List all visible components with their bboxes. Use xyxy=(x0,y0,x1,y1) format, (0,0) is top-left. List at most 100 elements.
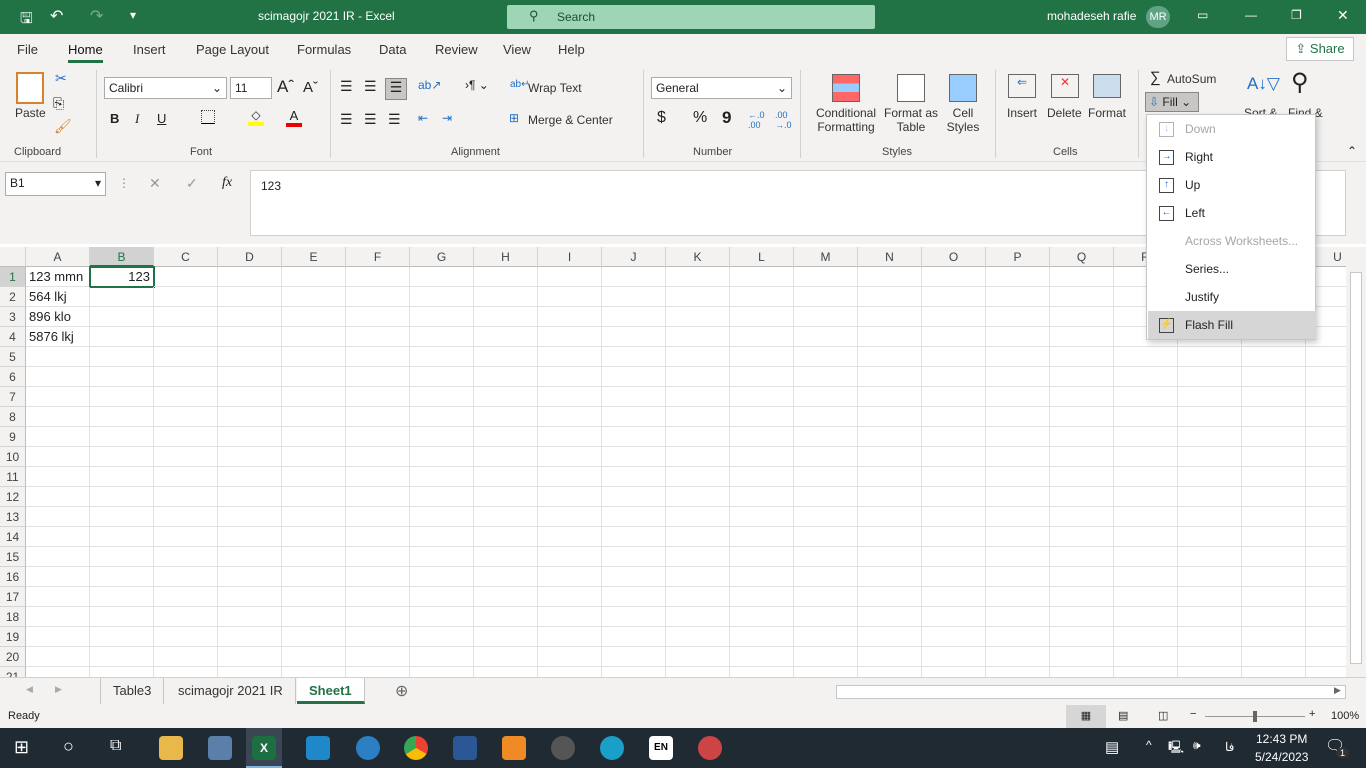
cell-R14[interactable] xyxy=(1114,527,1178,547)
cell-P6[interactable] xyxy=(986,367,1050,387)
cell-G10[interactable] xyxy=(410,447,474,467)
cell-E3[interactable] xyxy=(282,307,346,327)
cell-U6[interactable] xyxy=(1306,367,1346,387)
cell-F18[interactable] xyxy=(346,607,410,627)
cell-N8[interactable] xyxy=(858,407,922,427)
cell-T13[interactable] xyxy=(1242,507,1306,527)
cell-G1[interactable] xyxy=(410,267,474,287)
cell-E6[interactable] xyxy=(282,367,346,387)
cell-H20[interactable] xyxy=(474,647,538,667)
cell-B13[interactable] xyxy=(90,507,154,527)
cell-D9[interactable] xyxy=(218,427,282,447)
row-header-19[interactable]: 19 xyxy=(0,627,26,647)
row-header-8[interactable]: 8 xyxy=(0,407,26,427)
cell-Q19[interactable] xyxy=(1050,627,1114,647)
excel-taskbar-button[interactable]: X xyxy=(246,728,282,768)
row-header-14[interactable]: 14 xyxy=(0,527,26,547)
cell-S17[interactable] xyxy=(1178,587,1242,607)
cell-Q21[interactable] xyxy=(1050,667,1114,677)
cell-G11[interactable] xyxy=(410,467,474,487)
cell-P20[interactable] xyxy=(986,647,1050,667)
cell-C7[interactable] xyxy=(154,387,218,407)
cell-S11[interactable] xyxy=(1178,467,1242,487)
cell-C3[interactable] xyxy=(154,307,218,327)
tab-help[interactable]: Help xyxy=(558,42,585,57)
cell-E12[interactable] xyxy=(282,487,346,507)
cell-H15[interactable] xyxy=(474,547,538,567)
cell-I8[interactable] xyxy=(538,407,602,427)
cell-K7[interactable] xyxy=(666,387,730,407)
copy-icon[interactable]: ⎘ xyxy=(53,95,64,112)
cell-J14[interactable] xyxy=(602,527,666,547)
cell-M16[interactable] xyxy=(794,567,858,587)
cell-L15[interactable] xyxy=(730,547,794,567)
column-header-P[interactable]: P xyxy=(986,247,1050,267)
cell-H1[interactable] xyxy=(474,267,538,287)
cell-O3[interactable] xyxy=(922,307,986,327)
row-header-11[interactable]: 11 xyxy=(0,467,26,487)
cell-H9[interactable] xyxy=(474,427,538,447)
cell-A13[interactable] xyxy=(26,507,90,527)
cell-R8[interactable] xyxy=(1114,407,1178,427)
cell-K8[interactable] xyxy=(666,407,730,427)
cell-B17[interactable] xyxy=(90,587,154,607)
cell-C21[interactable] xyxy=(154,667,218,677)
cell-C4[interactable] xyxy=(154,327,218,347)
cell-L9[interactable] xyxy=(730,427,794,447)
cut-icon[interactable]: ✂ xyxy=(55,70,67,87)
cell-S19[interactable] xyxy=(1178,627,1242,647)
cell-N18[interactable] xyxy=(858,607,922,627)
cell-B10[interactable] xyxy=(90,447,154,467)
cell-T8[interactable] xyxy=(1242,407,1306,427)
cell-H3[interactable] xyxy=(474,307,538,327)
cell-I9[interactable] xyxy=(538,427,602,447)
cell-R12[interactable] xyxy=(1114,487,1178,507)
tab-formulas[interactable]: Formulas xyxy=(297,42,351,57)
row-header-9[interactable]: 9 xyxy=(0,427,26,447)
cell-B14[interactable] xyxy=(90,527,154,547)
cell-G17[interactable] xyxy=(410,587,474,607)
cell-G4[interactable] xyxy=(410,327,474,347)
cell-R21[interactable] xyxy=(1114,667,1178,677)
cell-C9[interactable] xyxy=(154,427,218,447)
column-header-K[interactable]: K xyxy=(666,247,730,267)
zoom-level[interactable]: 100% xyxy=(1331,710,1359,722)
app-icon[interactable] xyxy=(698,736,722,760)
cell-B21[interactable] xyxy=(90,667,154,677)
align-top-icon[interactable]: ☰ xyxy=(340,78,353,95)
cell-M18[interactable] xyxy=(794,607,858,627)
restore-icon[interactable]: ❐ xyxy=(1291,8,1302,22)
cell-I11[interactable] xyxy=(538,467,602,487)
cell-A3[interactable]: 896 klo xyxy=(26,307,90,327)
cell-I2[interactable] xyxy=(538,287,602,307)
cell-H5[interactable] xyxy=(474,347,538,367)
cell-I4[interactable] xyxy=(538,327,602,347)
cell-N9[interactable] xyxy=(858,427,922,447)
cell-J13[interactable] xyxy=(602,507,666,527)
cell-Q11[interactable] xyxy=(1050,467,1114,487)
cell-N16[interactable] xyxy=(858,567,922,587)
cell-P15[interactable] xyxy=(986,547,1050,567)
cell-G13[interactable] xyxy=(410,507,474,527)
wrap-text-button[interactable]: Wrap Text xyxy=(528,81,582,95)
cell-N10[interactable] xyxy=(858,447,922,467)
cell-H6[interactable] xyxy=(474,367,538,387)
cell-T18[interactable] xyxy=(1242,607,1306,627)
cell-Q15[interactable] xyxy=(1050,547,1114,567)
tab-review[interactable]: Review xyxy=(435,42,478,57)
cell-U18[interactable] xyxy=(1306,607,1346,627)
cell-K21[interactable] xyxy=(666,667,730,677)
cell-R10[interactable] xyxy=(1114,447,1178,467)
cell-O16[interactable] xyxy=(922,567,986,587)
cell-B20[interactable] xyxy=(90,647,154,667)
cell-J9[interactable] xyxy=(602,427,666,447)
cell-E18[interactable] xyxy=(282,607,346,627)
cell-A20[interactable] xyxy=(26,647,90,667)
cell-N21[interactable] xyxy=(858,667,922,677)
column-header-B[interactable]: B xyxy=(90,247,154,267)
cell-T19[interactable] xyxy=(1242,627,1306,647)
cell-P18[interactable] xyxy=(986,607,1050,627)
scroll-right-icon[interactable]: ▶ xyxy=(1334,685,1341,696)
cell-N15[interactable] xyxy=(858,547,922,567)
cell-S12[interactable] xyxy=(1178,487,1242,507)
